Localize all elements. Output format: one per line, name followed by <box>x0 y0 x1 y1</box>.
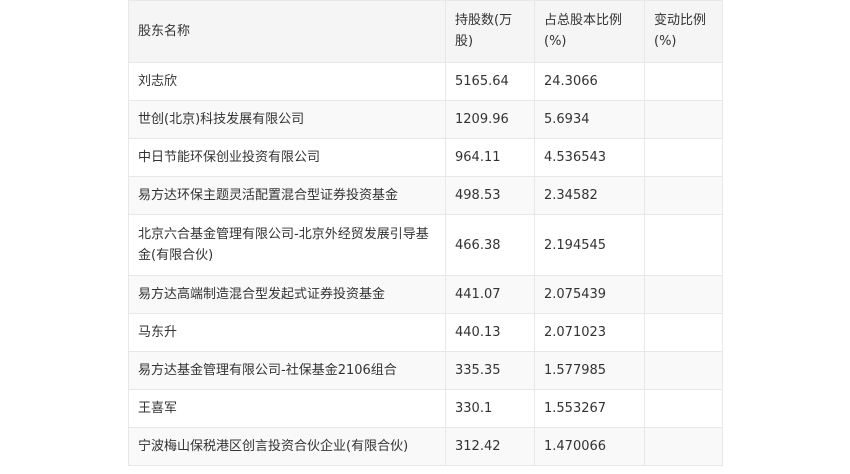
shareholder-name-cell: 刘志欣 <box>128 62 446 101</box>
shares-held-cell: 440.13 <box>445 313 535 352</box>
change-ratio-cell <box>644 100 723 139</box>
header-share-ratio: 占总股本比例(%) <box>534 0 645 63</box>
share-ratio-cell: 2.34582 <box>534 176 645 215</box>
shareholder-name-cell: 中日节能环保创业投资有限公司 <box>128 138 446 177</box>
table-row: 王喜军 330.1 1.553267 <box>128 389 723 428</box>
shares-held-cell: 335.35 <box>445 351 535 390</box>
share-ratio-cell: 24.3066 <box>534 62 645 101</box>
table-row: 刘志欣 5165.64 24.3066 <box>128 62 723 101</box>
shares-held-cell: 312.42 <box>445 427 535 466</box>
shares-held-cell: 441.07 <box>445 275 535 314</box>
change-ratio-cell <box>644 214 723 276</box>
change-ratio-cell <box>644 138 723 177</box>
table-row: 易方达基金管理有限公司-社保基金2106组合 335.35 1.577985 <box>128 351 723 390</box>
shareholder-name-cell: 王喜军 <box>128 389 446 428</box>
share-ratio-cell: 2.075439 <box>534 275 645 314</box>
table-row: 易方达高端制造混合型发起式证券投资基金 441.07 2.075439 <box>128 275 723 314</box>
shares-held-cell: 964.11 <box>445 138 535 177</box>
table-row: 北京六合基金管理有限公司-北京外经贸发展引导基金(有限合伙) 466.38 2.… <box>128 214 723 276</box>
share-ratio-cell: 1.470066 <box>534 427 645 466</box>
table-row: 马东升 440.13 2.071023 <box>128 313 723 352</box>
shareholder-name-cell: 易方达高端制造混合型发起式证券投资基金 <box>128 275 446 314</box>
shareholder-name-cell: 易方达基金管理有限公司-社保基金2106组合 <box>128 351 446 390</box>
share-ratio-cell: 2.071023 <box>534 313 645 352</box>
share-ratio-cell: 2.194545 <box>534 214 645 276</box>
table-header-row: 股东名称 持股数(万股) 占总股本比例(%) 变动比例(%) <box>128 0 723 63</box>
table-row: 世创(北京)科技发展有限公司 1209.96 5.6934 <box>128 100 723 139</box>
table-row: 易方达环保主题灵活配置混合型证券投资基金 498.53 2.34582 <box>128 176 723 215</box>
header-shareholder-name: 股东名称 <box>128 0 446 63</box>
header-change-ratio: 变动比例(%) <box>644 0 723 63</box>
change-ratio-cell <box>644 389 723 428</box>
share-ratio-cell: 1.577985 <box>534 351 645 390</box>
share-ratio-cell: 4.536543 <box>534 138 645 177</box>
shareholder-name-cell: 宁波梅山保税港区创言投资合伙企业(有限合伙) <box>128 427 446 466</box>
shares-held-cell: 5165.64 <box>445 62 535 101</box>
shareholder-name-cell: 马东升 <box>128 313 446 352</box>
change-ratio-cell <box>644 427 723 466</box>
change-ratio-cell <box>644 176 723 215</box>
change-ratio-cell <box>644 62 723 101</box>
change-ratio-cell <box>644 275 723 314</box>
change-ratio-cell <box>644 313 723 352</box>
change-ratio-cell <box>644 351 723 390</box>
header-shares-held: 持股数(万股) <box>445 0 535 63</box>
shareholder-name-cell: 北京六合基金管理有限公司-北京外经贸发展引导基金(有限合伙) <box>128 214 446 276</box>
share-ratio-cell: 1.553267 <box>534 389 645 428</box>
share-ratio-cell: 5.6934 <box>534 100 645 139</box>
shares-held-cell: 330.1 <box>445 389 535 428</box>
table-row: 中日节能环保创业投资有限公司 964.11 4.536543 <box>128 138 723 177</box>
shares-held-cell: 466.38 <box>445 214 535 276</box>
shares-held-cell: 498.53 <box>445 176 535 215</box>
shareholder-name-cell: 世创(北京)科技发展有限公司 <box>128 100 446 139</box>
shareholder-name-cell: 易方达环保主题灵活配置混合型证券投资基金 <box>128 176 446 215</box>
shares-held-cell: 1209.96 <box>445 100 535 139</box>
table-row: 宁波梅山保税港区创言投资合伙企业(有限合伙) 312.42 1.470066 <box>128 427 723 466</box>
shareholder-table: 股东名称 持股数(万股) 占总股本比例(%) 变动比例(%) 刘志欣 5165.… <box>128 0 723 466</box>
